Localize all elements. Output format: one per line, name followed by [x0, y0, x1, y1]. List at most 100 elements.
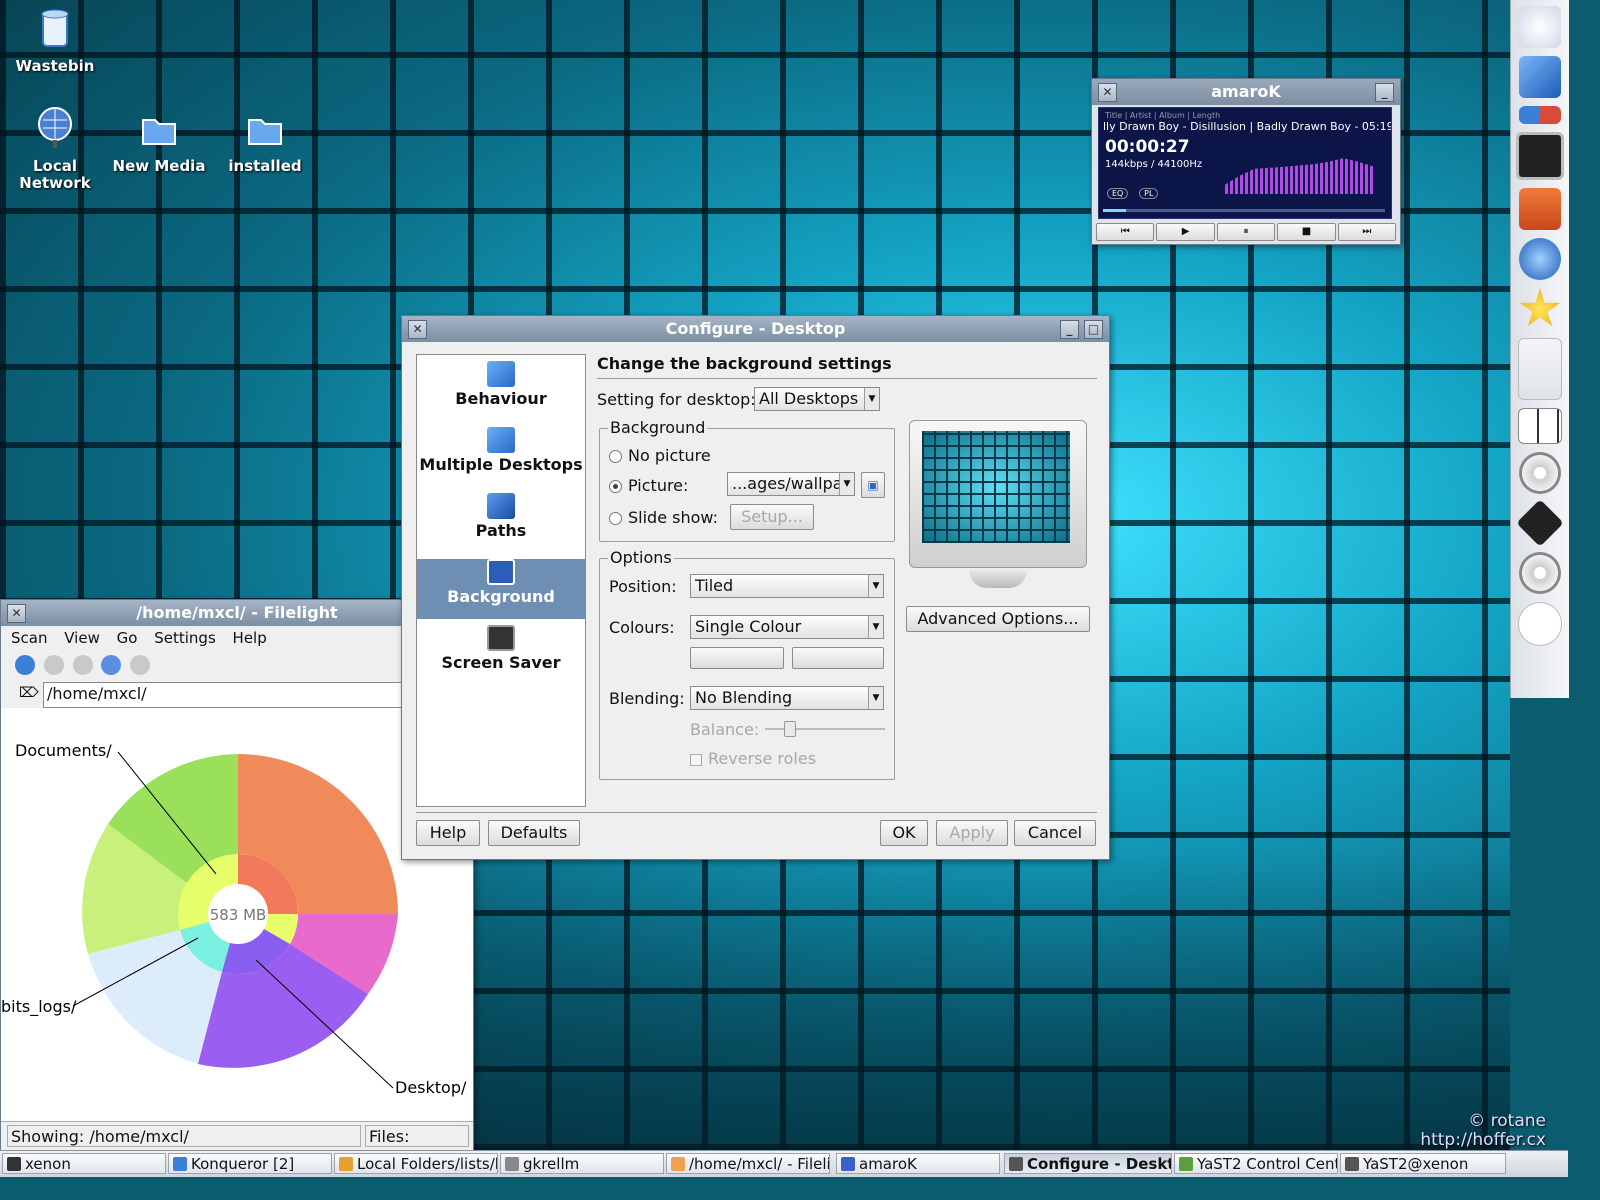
task-konqueror[interactable]: Konqueror [2]: [168, 1153, 332, 1174]
star-icon[interactable]: [1519, 288, 1561, 327]
colours-select-value: Single Colour: [695, 617, 802, 636]
task-filelight[interactable]: /home/mxcl/ - Filelig: [666, 1153, 830, 1174]
stop-icon[interactable]: ■: [1277, 223, 1336, 241]
pager-icon[interactable]: [1518, 408, 1562, 444]
dvd-icon[interactable]: [1519, 452, 1561, 494]
globe-icon: [38, 107, 72, 148]
maximize-icon[interactable]: □: [1084, 320, 1103, 339]
folder-icon: [142, 119, 176, 145]
sidebar-item-behaviour[interactable]: Behaviour: [417, 361, 585, 421]
konqueror-icon: [173, 1157, 187, 1171]
menu-help[interactable]: Help: [233, 629, 267, 647]
desktop-select[interactable]: All Desktops ▼: [754, 387, 880, 411]
blending-select[interactable]: No Blending ▼: [690, 686, 884, 710]
up-icon[interactable]: [15, 655, 35, 675]
ok-button[interactable]: OK: [880, 820, 928, 846]
colours-select[interactable]: Single Colour ▼: [690, 615, 884, 639]
task-configure-desktop[interactable]: Configure - Deskt: [1004, 1153, 1172, 1174]
no-picture-radio[interactable]: No picture: [609, 446, 711, 465]
chevron-down-icon: ▼: [839, 473, 854, 495]
browser-icon[interactable]: [1519, 238, 1561, 280]
menu-go[interactable]: Go: [117, 629, 138, 647]
desktop-icon-local-network[interactable]: Local Network: [0, 106, 110, 192]
defaults-button[interactable]: Defaults: [488, 820, 580, 846]
browse-folder-icon[interactable]: ▣: [861, 472, 885, 498]
multiple-desktops-icon: [487, 427, 515, 453]
advanced-options-button[interactable]: Advanced Options...: [906, 606, 1090, 632]
minimize-icon[interactable]: _: [1375, 83, 1394, 102]
amarok-titlebar[interactable]: ✕ amaroK _: [1092, 79, 1400, 105]
sidebar-item-label: Behaviour: [455, 389, 547, 408]
checkbox-icon: [690, 753, 702, 766]
amarok-window: ✕ amaroK _ Title | Artist | Album | Leng…: [1091, 78, 1401, 245]
monitor-preview: [907, 420, 1087, 598]
home-icon[interactable]: [1519, 188, 1561, 230]
task-xenon[interactable]: xenon: [2, 1153, 166, 1174]
task-yast2-xenon[interactable]: YaST2@xenon: [1340, 1153, 1506, 1174]
k-menu-icon[interactable]: [1519, 6, 1561, 48]
sidebar-item-multiple-desktops[interactable]: Multiple Desktops: [417, 427, 585, 487]
footer-divider: [416, 812, 1097, 813]
x-window-icon: [505, 1157, 519, 1171]
monitor-stand: [969, 570, 1027, 588]
position-select[interactable]: Tiled ▼: [690, 574, 884, 598]
floppy-icon[interactable]: [1516, 499, 1564, 547]
blending-select-value: No Blending: [695, 688, 793, 707]
menu-scan[interactable]: Scan: [11, 629, 47, 647]
chevron-down-icon: ▼: [868, 575, 883, 597]
amarok-display: Title | Artist | Album | Length lly Draw…: [1098, 107, 1392, 219]
cdrom-icon[interactable]: [1519, 552, 1561, 594]
task-label: /home/mxcl/ - Filelig: [689, 1155, 830, 1173]
system-tray: [1518, 338, 1562, 400]
terminal-icon: [7, 1157, 21, 1171]
desktop-icon-label: Wastebin: [15, 57, 95, 75]
forward-icon[interactable]: [72, 655, 93, 675]
task-yast2-control-center[interactable]: YaST2 Control Cente: [1174, 1153, 1338, 1174]
pl-button[interactable]: PL: [1139, 188, 1159, 199]
desktop-icon-wastebin[interactable]: Wastebin: [0, 6, 110, 75]
slide-show-radio[interactable]: Slide show:: [609, 508, 718, 527]
desktop-icon-installed[interactable]: installed: [210, 106, 320, 175]
back-icon[interactable]: [43, 655, 64, 675]
position-slider[interactable]: [1103, 209, 1385, 212]
terminal-icon[interactable]: [1516, 132, 1564, 180]
reverse-roles-checkbox[interactable]: Reverse roles: [690, 749, 816, 768]
dialog-titlebar[interactable]: ✕ Configure - Desktop _ □: [402, 316, 1109, 342]
play-icon[interactable]: ▶: [1156, 223, 1215, 241]
sidebar-item-screen-saver[interactable]: Screen Saver: [417, 625, 585, 685]
apply-button[interactable]: Apply: [936, 820, 1008, 846]
sidebar-item-background[interactable]: Background: [417, 559, 585, 619]
picture-radio[interactable]: Picture:: [609, 476, 688, 495]
setup-button[interactable]: Setup...: [730, 504, 814, 530]
close-icon[interactable]: ✕: [7, 604, 26, 623]
sidebar-item-paths[interactable]: Paths: [417, 493, 585, 553]
colour-2-button[interactable]: [792, 647, 884, 669]
stop-icon[interactable]: [130, 655, 151, 675]
balance-slider-handle[interactable]: [784, 721, 796, 737]
menu-view[interactable]: View: [64, 629, 100, 647]
colour-1-button[interactable]: [690, 647, 784, 669]
refresh-icon[interactable]: [101, 655, 122, 675]
close-icon[interactable]: ✕: [1098, 83, 1117, 102]
previous-icon[interactable]: ⏮: [1096, 223, 1155, 241]
desktop-icon-new-media[interactable]: New Media: [104, 106, 214, 175]
time-display[interactable]: 00:00:27: [1099, 133, 1391, 157]
playlist-header: Title | Artist | Album | Length: [1105, 111, 1221, 120]
eq-button[interactable]: EQ: [1107, 188, 1129, 199]
next-icon[interactable]: ⏭: [1337, 223, 1397, 241]
task-local-folders[interactable]: Local Folders/lists/k: [334, 1153, 498, 1174]
menu-settings[interactable]: Settings: [154, 629, 216, 647]
close-icon[interactable]: ✕: [408, 320, 427, 339]
balance-slider[interactable]: [765, 728, 885, 730]
help-button[interactable]: Help: [416, 820, 480, 846]
task-gkrellm[interactable]: gkrellm: [500, 1153, 664, 1174]
clock-icon[interactable]: [1518, 602, 1562, 646]
lock-logout-icon[interactable]: [1519, 106, 1561, 124]
writer-icon[interactable]: [1519, 56, 1561, 98]
task-amarok[interactable]: amaroK: [836, 1153, 1000, 1174]
cancel-button[interactable]: Cancel: [1014, 820, 1096, 846]
chevron-down-icon: ▼: [868, 687, 883, 709]
minimize-icon[interactable]: _: [1060, 320, 1079, 339]
pause-icon[interactable]: ⏸: [1216, 223, 1276, 241]
picture-select[interactable]: ...ages/wallpa ▼: [727, 472, 855, 496]
